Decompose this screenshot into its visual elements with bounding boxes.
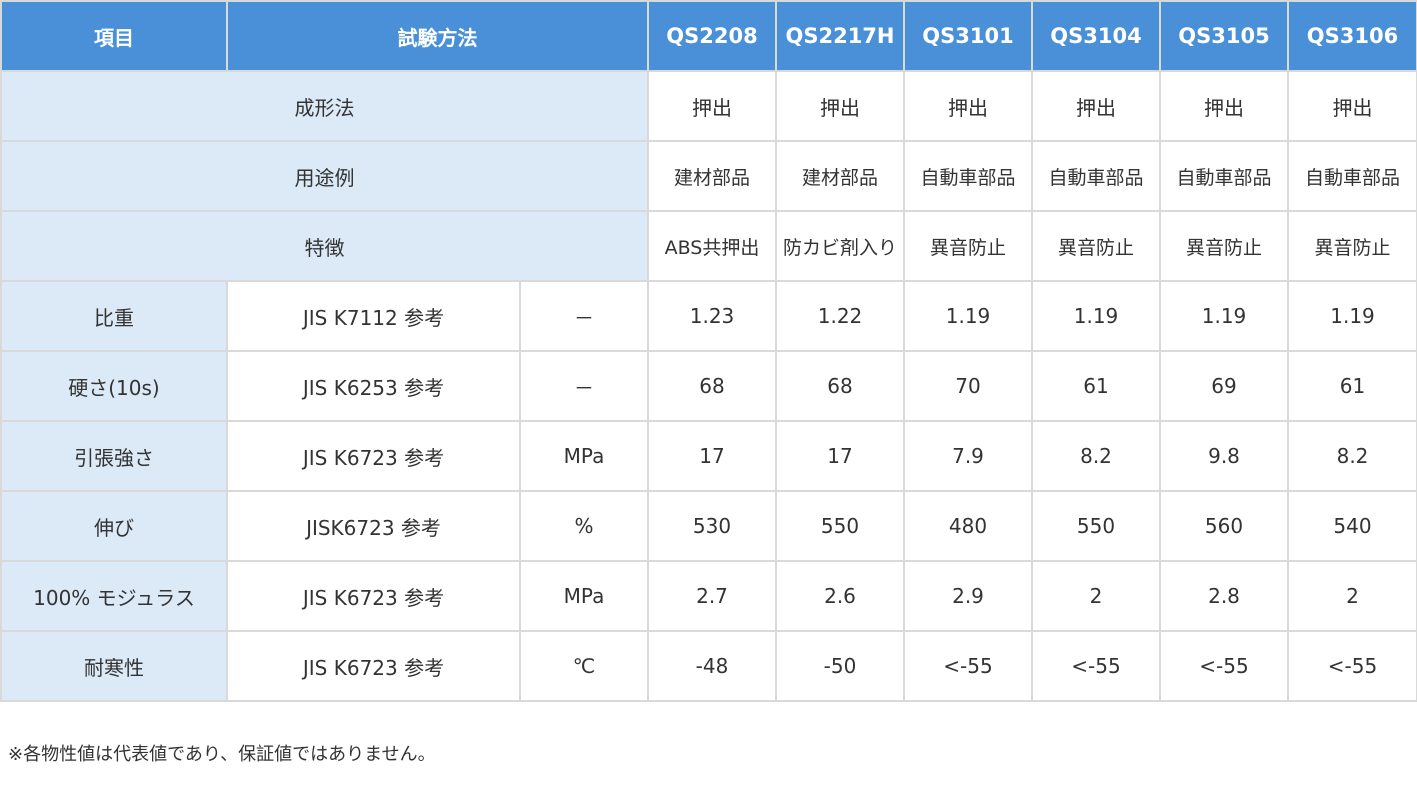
header-model: QS3101 [903, 0, 1033, 72]
test-method: JIS K6253 参考 [226, 350, 521, 422]
header-model: QS3106 [1287, 0, 1417, 72]
cell-value: 1.22 [775, 280, 905, 352]
row-label: 耐寒性 [0, 630, 228, 702]
test-method: JIS K6723 参考 [226, 560, 521, 632]
cell-value: 8.2 [1031, 420, 1161, 492]
cell-value: <-55 [1031, 630, 1161, 702]
cell-value: 17 [775, 420, 905, 492]
cell-value: 550 [775, 490, 905, 562]
cell-value: 2 [1287, 560, 1417, 632]
cell-value: 68 [647, 350, 777, 422]
table-row: 成形法 押出 押出 押出 押出 押出 押出 [0, 70, 1417, 142]
cell-value: 1.19 [1031, 280, 1161, 352]
cell-value: 1.19 [1159, 280, 1289, 352]
cell-value: 61 [1287, 350, 1417, 422]
cell-value: <-55 [1287, 630, 1417, 702]
table-row: 100% モジュラス JIS K6723 参考 MPa 2.7 2.6 2.9 … [0, 560, 1417, 632]
cell-value: 2.6 [775, 560, 905, 632]
header-row: 項目 試験方法 QS2208 QS2217H QS3101 QS3104 QS3… [0, 0, 1417, 72]
unit: MPa [519, 560, 649, 632]
cell-value: 70 [903, 350, 1033, 422]
cell-value: 自動車部品 [1159, 140, 1289, 212]
cell-value: 異音防止 [903, 210, 1033, 282]
cell-value: 550 [1031, 490, 1161, 562]
cell-value: 異音防止 [1031, 210, 1161, 282]
row-label: 100% モジュラス [0, 560, 228, 632]
cell-value: -48 [647, 630, 777, 702]
row-label: 引張強さ [0, 420, 228, 492]
cell-value: 建材部品 [775, 140, 905, 212]
cell-value: 押出 [1031, 70, 1161, 142]
cell-value: 1.23 [647, 280, 777, 352]
cell-value: 建材部品 [647, 140, 777, 212]
cell-value: 押出 [903, 70, 1033, 142]
table-row: 硬さ(10s) JIS K6253 参考 － 68 68 70 61 69 61 [0, 350, 1417, 422]
unit: ℃ [519, 630, 649, 702]
header-method: 試験方法 [226, 0, 649, 72]
header-model: QS2217H [775, 0, 905, 72]
cell-value: 9.8 [1159, 420, 1289, 492]
header-model: QS3105 [1159, 0, 1289, 72]
cell-value: 自動車部品 [1031, 140, 1161, 212]
cell-value: 69 [1159, 350, 1289, 422]
unit: % [519, 490, 649, 562]
cell-value: 2 [1031, 560, 1161, 632]
cell-value: 8.2 [1287, 420, 1417, 492]
cell-value: 480 [903, 490, 1033, 562]
table-row: 用途例 建材部品 建材部品 自動車部品 自動車部品 自動車部品 自動車部品 [0, 140, 1417, 212]
header-item: 項目 [0, 0, 228, 72]
header-model: QS3104 [1031, 0, 1161, 72]
table-row: 伸び JISK6723 参考 % 530 550 480 550 560 540 [0, 490, 1417, 562]
unit: － [519, 280, 649, 352]
unit: MPa [519, 420, 649, 492]
row-label: 伸び [0, 490, 228, 562]
row-label: 硬さ(10s) [0, 350, 228, 422]
header-model: QS2208 [647, 0, 777, 72]
cell-value: 1.19 [903, 280, 1033, 352]
cell-value: 530 [647, 490, 777, 562]
row-label: 比重 [0, 280, 228, 352]
cell-value: 自動車部品 [1287, 140, 1417, 212]
cell-value: 7.9 [903, 420, 1033, 492]
cell-value: 防カビ剤入り [775, 210, 905, 282]
cell-value: 540 [1287, 490, 1417, 562]
table-row: 耐寒性 JIS K6723 参考 ℃ -48 -50 <-55 <-55 <-5… [0, 630, 1417, 702]
table-row: 特徴 ABS共押出 防カビ剤入り 異音防止 異音防止 異音防止 異音防止 [0, 210, 1417, 282]
cell-value: 自動車部品 [903, 140, 1033, 212]
row-label: 用途例 [0, 140, 649, 212]
cell-value: 61 [1031, 350, 1161, 422]
cell-value: 68 [775, 350, 905, 422]
unit: － [519, 350, 649, 422]
row-label: 特徴 [0, 210, 649, 282]
cell-value: 押出 [1159, 70, 1289, 142]
cell-value: 2.8 [1159, 560, 1289, 632]
cell-value: <-55 [903, 630, 1033, 702]
cell-value: 2.9 [903, 560, 1033, 632]
cell-value: 押出 [775, 70, 905, 142]
cell-value: 1.19 [1287, 280, 1417, 352]
test-method: JISK6723 参考 [226, 490, 521, 562]
test-method: JIS K7112 参考 [226, 280, 521, 352]
cell-value: <-55 [1159, 630, 1289, 702]
row-label: 成形法 [0, 70, 649, 142]
cell-value: 押出 [1287, 70, 1417, 142]
test-method: JIS K6723 参考 [226, 630, 521, 702]
cell-value: 異音防止 [1159, 210, 1289, 282]
cell-value: -50 [775, 630, 905, 702]
table-row: 比重 JIS K7112 参考 － 1.23 1.22 1.19 1.19 1.… [0, 280, 1417, 352]
cell-value: 押出 [647, 70, 777, 142]
cell-value: 560 [1159, 490, 1289, 562]
footnote: ※各物性値は代表値であり、保証値ではありません。 [8, 744, 436, 765]
table-row: 引張強さ JIS K6723 参考 MPa 17 17 7.9 8.2 9.8 … [0, 420, 1417, 492]
cell-value: 異音防止 [1287, 210, 1417, 282]
spec-table: 項目 試験方法 QS2208 QS2217H QS3101 QS3104 QS3… [0, 0, 1417, 702]
cell-value: ABS共押出 [647, 210, 777, 282]
cell-value: 2.7 [647, 560, 777, 632]
cell-value: 17 [647, 420, 777, 492]
test-method: JIS K6723 参考 [226, 420, 521, 492]
